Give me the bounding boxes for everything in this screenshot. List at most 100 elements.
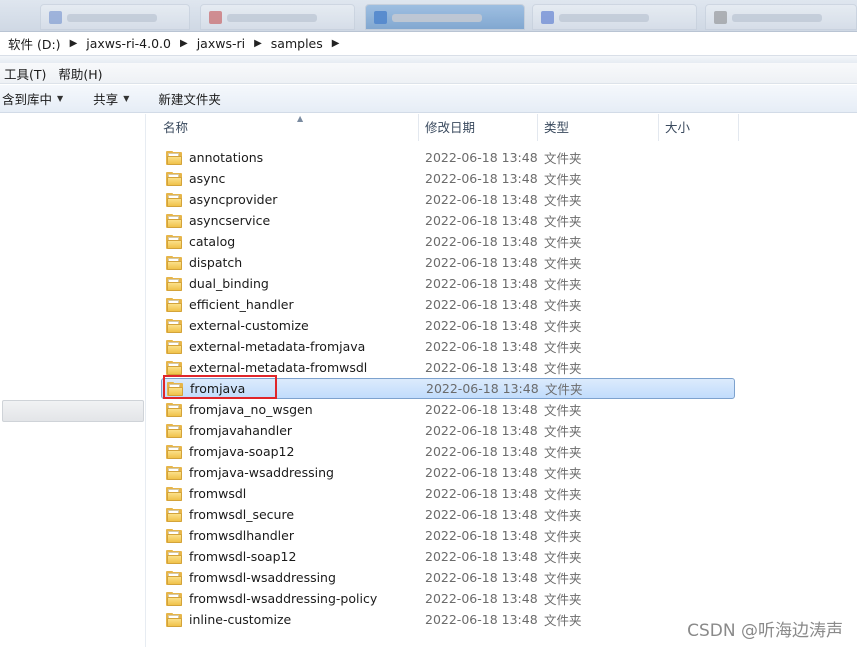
folder-icon [167, 381, 183, 396]
tab-favicon-icon [714, 11, 727, 24]
list-item[interactable]: efficient_handler 2022-06-18 13:48 文件夹 [161, 294, 735, 315]
file-date: 2022-06-18 13:48 [425, 297, 538, 312]
folder-icon [166, 423, 182, 438]
navigation-pane-selected-item[interactable] [2, 400, 144, 422]
list-item[interactable]: fromwsdl-wsaddressing-policy 2022-06-18 1… [161, 588, 735, 609]
list-item[interactable]: fromwsdl-wsaddressing 2022-06-18 13:48 文件夹 [161, 567, 735, 588]
browser-tab[interactable] [200, 4, 355, 30]
list-item[interactable]: external-customize 2022-06-18 13:48 文件夹 [161, 315, 735, 336]
list-item[interactable]: fromjava-wsaddressing 2022-06-18 13:48 文件夹 [161, 462, 735, 483]
file-name: annotations [189, 150, 264, 165]
column-header-date[interactable]: 修改日期 [419, 114, 538, 141]
sort-ascending-icon: ▲ [297, 114, 304, 123]
breadcrumb-jaxws-ri-4[interactable]: jaxws-ri-4.0.0 [82, 34, 175, 54]
breadcrumb-jaxws-ri[interactable]: jaxws-ri [193, 34, 249, 54]
file-date: 2022-06-18 13:48 [425, 192, 538, 207]
browser-tab-active[interactable] [365, 4, 525, 30]
folder-icon [166, 591, 182, 606]
browser-tab[interactable] [705, 4, 857, 30]
file-type: 文件夹 [544, 151, 582, 166]
folder-icon [166, 150, 182, 165]
folder-icon [166, 549, 182, 564]
breadcrumb-samples[interactable]: samples [267, 34, 327, 54]
file-type: 文件夹 [544, 424, 582, 439]
file-type: 文件夹 [544, 214, 582, 229]
share-label: 共享 [93, 92, 119, 107]
list-item[interactable]: dual_binding 2022-06-18 13:48 文件夹 [161, 273, 735, 294]
list-item[interactable]: async 2022-06-18 13:48 文件夹 [161, 168, 735, 189]
breadcrumb-label: jaxws-ri [196, 36, 246, 51]
navigation-pane[interactable] [0, 114, 146, 647]
chevron-right-icon[interactable]: ▶ [249, 38, 267, 49]
chevron-right-icon[interactable]: ▶ [65, 38, 83, 49]
file-date: 2022-06-18 13:48 [425, 339, 538, 354]
folder-icon [166, 507, 182, 522]
menu-tools[interactable]: 工具(T) [0, 64, 54, 83]
list-item[interactable]: fromwsdlhandler 2022-06-18 13:48 文件夹 [161, 525, 735, 546]
file-date: 2022-06-18 13:48 [425, 276, 538, 291]
file-date: 2022-06-18 13:48 [425, 171, 538, 186]
file-type: 文件夹 [544, 445, 582, 460]
list-item[interactable]: asyncprovider 2022-06-18 13:48 文件夹 [161, 189, 735, 210]
folder-icon [166, 444, 182, 459]
file-date: 2022-06-18 13:48 [425, 402, 538, 417]
file-type: 文件夹 [544, 256, 582, 271]
file-name: dispatch [189, 255, 243, 270]
file-name: fromjava [190, 381, 246, 396]
list-item[interactable]: fromjava-soap12 2022-06-18 13:48 文件夹 [161, 441, 735, 462]
list-item[interactable]: dispatch 2022-06-18 13:48 文件夹 [161, 252, 735, 273]
file-date: 2022-06-18 13:48 [425, 507, 538, 522]
file-date: 2022-06-18 13:48 [426, 381, 539, 396]
menu-bar: 工具(T) 帮助(H) [0, 63, 857, 84]
list-item[interactable]: external-metadata-fromjava 2022-06-18 13:… [161, 336, 735, 357]
breadcrumb-label: jaxws-ri-4.0.0 [86, 36, 171, 51]
list-item[interactable]: external-metadata-fromwsdl 2022-06-18 13:… [161, 357, 735, 378]
list-item[interactable]: fromjavahandler 2022-06-18 13:48 文件夹 [161, 420, 735, 441]
file-name: fromwsdl_secure [189, 507, 295, 522]
folder-icon [166, 528, 182, 543]
tab-favicon-icon [541, 11, 554, 24]
column-header-type[interactable]: 类型 [538, 114, 659, 141]
list-item[interactable]: fromwsdl-soap12 2022-06-18 13:48 文件夹 [161, 546, 735, 567]
file-name: dual_binding [189, 276, 269, 291]
column-header-name[interactable]: 名称 ▲ [157, 114, 419, 141]
file-type: 文件夹 [544, 172, 582, 187]
list-item[interactable]: catalog 2022-06-18 13:48 文件夹 [161, 231, 735, 252]
share-button[interactable]: 共享 ▼ [93, 87, 129, 111]
browser-tab[interactable] [40, 4, 190, 30]
browser-tab-strip [0, 0, 857, 32]
file-date: 2022-06-18 13:48 [425, 486, 538, 501]
file-date: 2022-06-18 13:48 [425, 423, 538, 438]
new-folder-button[interactable]: 新建文件夹 [158, 87, 221, 111]
file-type: 文件夹 [544, 361, 582, 376]
file-name: external-customize [189, 318, 309, 333]
list-item[interactable]: inline-customize 2022-06-18 13:48 文件夹 [161, 609, 735, 630]
file-date: 2022-06-18 13:48 [425, 150, 538, 165]
folder-icon [166, 360, 182, 375]
file-date: 2022-06-18 13:48 [425, 612, 538, 627]
list-item[interactable]: fromjava_no_wsgen 2022-06-18 13:48 文件夹 [161, 399, 735, 420]
include-in-library-button[interactable]: 含到库中 ▼ [2, 87, 63, 111]
breadcrumb-drive[interactable]: 软件 (D:) [4, 34, 65, 54]
browser-tab[interactable] [532, 4, 697, 30]
file-date: 2022-06-18 13:48 [425, 591, 538, 606]
column-header-size[interactable]: 大小 [659, 114, 739, 141]
chevron-right-icon[interactable]: ▶ [175, 38, 193, 49]
list-item-selected[interactable]: fromjava 2022-06-18 13:48 文件夹 [161, 378, 735, 399]
breadcrumb-label: samples [270, 36, 323, 51]
menu-help[interactable]: 帮助(H) [54, 64, 110, 83]
file-name: fromjavahandler [189, 423, 293, 438]
list-item[interactable]: annotations 2022-06-18 13:48 文件夹 [161, 147, 735, 168]
folder-icon [166, 234, 182, 249]
folder-icon [166, 318, 182, 333]
folder-icon [166, 213, 182, 228]
list-item[interactable]: fromwsdl_secure 2022-06-18 13:48 文件夹 [161, 504, 735, 525]
tab-favicon-icon [49, 11, 62, 24]
address-bar[interactable]: 软件 (D:) ▶ jaxws-ri-4.0.0 ▶ jaxws-ri ▶ sa… [0, 32, 857, 56]
file-date: 2022-06-18 13:48 [425, 549, 538, 564]
column-header-row: 名称 ▲ 修改日期 类型 大小 [147, 114, 857, 141]
list-item[interactable]: asyncservice 2022-06-18 13:48 文件夹 [161, 210, 735, 231]
caret-down-icon: ▼ [57, 94, 64, 103]
chevron-right-icon[interactable]: ▶ [327, 38, 345, 49]
list-item[interactable]: fromwsdl 2022-06-18 13:48 文件夹 [161, 483, 735, 504]
